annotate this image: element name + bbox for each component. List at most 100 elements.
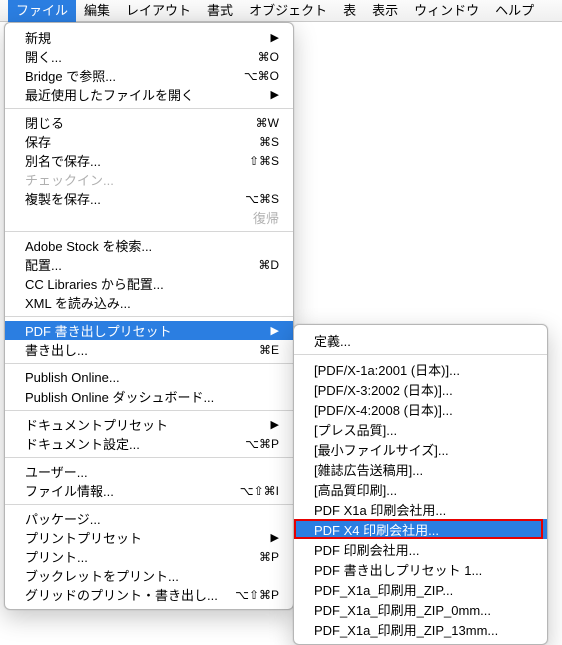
menu-item-label: 書き出し... xyxy=(25,340,259,359)
menu-item-shortcut: ⌘O xyxy=(258,50,279,64)
menu-item-label: 最近使用したファイルを開く xyxy=(25,85,271,104)
submenu-item[interactable]: PDF 書き出しプリセット 1... xyxy=(294,559,547,579)
menu-item[interactable]: 新規▶ xyxy=(5,28,293,47)
menubar-item[interactable]: ヘルプ xyxy=(487,0,542,22)
menu-item-label: チェックイン... xyxy=(25,170,279,189)
menu-separator xyxy=(5,457,293,458)
menu-item[interactable]: 書き出し...⌘E xyxy=(5,340,293,359)
menubar-item[interactable]: レイアウト xyxy=(118,0,199,22)
submenu-item[interactable]: [最小ファイルサイズ]... xyxy=(294,439,547,459)
menu-item-label: Publish Online ダッシュボード... xyxy=(25,387,279,406)
submenu-item[interactable]: [PDF/X-4:2008 (日本)]... xyxy=(294,399,547,419)
menu-item[interactable]: 最近使用したファイルを開く▶ xyxy=(5,85,293,104)
menu-item-label: CC Libraries から配置... xyxy=(25,274,279,293)
menu-item: チェックイン... xyxy=(5,170,293,189)
submenu-item[interactable]: 定義... xyxy=(294,330,547,350)
submenu-item[interactable]: PDF_X1a_印刷用_ZIP... xyxy=(294,579,547,599)
menu-item-label: ユーザー... xyxy=(25,462,279,481)
menu-item-label: パッケージ... xyxy=(25,509,279,528)
menu-item-label: 新規 xyxy=(25,28,271,47)
menu-item[interactable]: プリントプリセット▶ xyxy=(5,528,293,547)
menubar-item[interactable]: 編集 xyxy=(76,0,118,22)
menu-item-label: ドキュメント設定... xyxy=(25,434,245,453)
submenu-item[interactable]: PDF 印刷会社用... xyxy=(294,539,547,559)
menu-item[interactable]: 別名で保存...⇧⌘S xyxy=(5,151,293,170)
menu-item[interactable]: プリント...⌘P xyxy=(5,547,293,566)
menu-item-shortcut: ⇧⌘S xyxy=(249,154,279,168)
menu-item-shortcut: ⌥⌘P xyxy=(245,437,279,451)
menu-item-label: グリッドのプリント・書き出し... xyxy=(25,585,235,604)
submenu-arrow-icon: ▶ xyxy=(271,88,279,101)
menu-item-label: Publish Online... xyxy=(25,370,279,385)
menu-item-shortcut: ⌥⇧⌘P xyxy=(235,588,279,602)
menu-item-label: ドキュメントプリセット xyxy=(25,415,271,434)
menu-item[interactable]: ユーザー... xyxy=(5,462,293,481)
menu-item-shortcut: ⌘D xyxy=(258,258,279,272)
menu-item[interactable]: 複製を保存...⌥⌘S xyxy=(5,189,293,208)
menu-item[interactable]: 配置...⌘D xyxy=(5,255,293,274)
menu-item-label: 別名で保存... xyxy=(25,151,249,170)
menu-item[interactable]: パッケージ... xyxy=(5,509,293,528)
menu-item[interactable]: CC Libraries から配置... xyxy=(5,274,293,293)
menu-separator xyxy=(5,504,293,505)
menu-item[interactable]: XML を読み込み... xyxy=(5,293,293,312)
menu-item[interactable]: Bridge で参照...⌥⌘O xyxy=(5,66,293,85)
menu-item-shortcut: ⌥⌘O xyxy=(244,69,279,83)
menubar: ファイル編集レイアウト書式オブジェクト表表示ウィンドウヘルプ xyxy=(0,0,562,22)
menubar-item[interactable]: ウィンドウ xyxy=(406,0,487,22)
menu-item[interactable]: グリッドのプリント・書き出し...⌥⇧⌘P xyxy=(5,585,293,604)
menu-item[interactable]: ドキュメントプリセット▶ xyxy=(5,415,293,434)
menu-item: 復帰 xyxy=(5,208,293,227)
menu-item-shortcut: ⌘S xyxy=(259,135,279,149)
submenu-item[interactable]: PDF_X1a_印刷用_ZIP_13mm... xyxy=(294,619,547,639)
menu-item[interactable]: PDF 書き出しプリセット▶ xyxy=(5,321,293,340)
menu-item[interactable]: Publish Online... xyxy=(5,368,293,387)
menubar-item[interactable]: 表示 xyxy=(364,0,406,22)
menu-item-label: PDF 書き出しプリセット xyxy=(25,321,271,340)
menu-item[interactable]: ブックレットをプリント... xyxy=(5,566,293,585)
menu-separator xyxy=(5,410,293,411)
menu-item-label: XML を読み込み... xyxy=(25,293,279,312)
pdf-export-preset-submenu: 定義... [PDF/X-1a:2001 (日本)]...[PDF/X-3:200… xyxy=(293,324,548,645)
menu-item[interactable]: 閉じる⌘W xyxy=(5,113,293,132)
menu-separator xyxy=(5,108,293,109)
submenu-item[interactable]: [プレス品質]... xyxy=(294,419,547,439)
menu-item-shortcut: ⌥⌘S xyxy=(245,192,279,206)
submenu-arrow-icon: ▶ xyxy=(271,531,279,544)
submenu-item[interactable]: PDF X1a 印刷会社用... xyxy=(294,499,547,519)
menubar-item[interactable]: ファイル xyxy=(8,0,76,22)
menu-item-shortcut: ⌥⇧⌘I xyxy=(240,484,279,498)
menu-item-shortcut: ⌘E xyxy=(259,343,279,357)
submenu-item[interactable]: [雑誌広告送稿用]... xyxy=(294,459,547,479)
menu-item-label: 複製を保存... xyxy=(25,189,245,208)
menubar-item[interactable]: オブジェクト xyxy=(241,0,335,22)
menu-item-shortcut: ⌘W xyxy=(256,116,279,130)
menu-item-label: 復帰 xyxy=(25,208,279,227)
submenu-arrow-icon: ▶ xyxy=(271,31,279,44)
submenu-item[interactable]: [PDF/X-3:2002 (日本)]... xyxy=(294,379,547,399)
menu-item-label: ブックレットをプリント... xyxy=(25,566,279,585)
menu-item-label: Adobe Stock を検索... xyxy=(25,236,279,255)
menu-item-label: 開く... xyxy=(25,47,258,66)
menu-item[interactable]: 開く...⌘O xyxy=(5,47,293,66)
menu-item[interactable]: ドキュメント設定...⌥⌘P xyxy=(5,434,293,453)
menu-item-label: 配置... xyxy=(25,255,258,274)
menu-item-shortcut: ⌘P xyxy=(259,550,279,564)
menu-item[interactable]: Publish Online ダッシュボード... xyxy=(5,387,293,406)
menu-separator xyxy=(5,231,293,232)
menu-separator xyxy=(5,316,293,317)
file-menu-dropdown: 新規▶開く...⌘OBridge で参照...⌥⌘O最近使用したファイルを開く▶… xyxy=(4,22,294,610)
menubar-item[interactable]: 表 xyxy=(335,0,364,22)
submenu-item[interactable]: [PDF/X-1a:2001 (日本)]... xyxy=(294,359,547,379)
menu-item[interactable]: Adobe Stock を検索... xyxy=(5,236,293,255)
menubar-item[interactable]: 書式 xyxy=(199,0,241,22)
menu-item[interactable]: ファイル情報...⌥⇧⌘I xyxy=(5,481,293,500)
menu-item[interactable]: 保存⌘S xyxy=(5,132,293,151)
menu-separator xyxy=(294,354,547,355)
menu-separator xyxy=(5,363,293,364)
submenu-item[interactable]: [高品質印刷]... xyxy=(294,479,547,499)
submenu-item[interactable]: PDF X4 印刷会社用... xyxy=(294,519,547,539)
submenu-arrow-icon: ▶ xyxy=(271,418,279,431)
submenu-item[interactable]: PDF_X1a_印刷用_ZIP_0mm... xyxy=(294,599,547,619)
menu-item-label: 閉じる xyxy=(25,113,256,132)
